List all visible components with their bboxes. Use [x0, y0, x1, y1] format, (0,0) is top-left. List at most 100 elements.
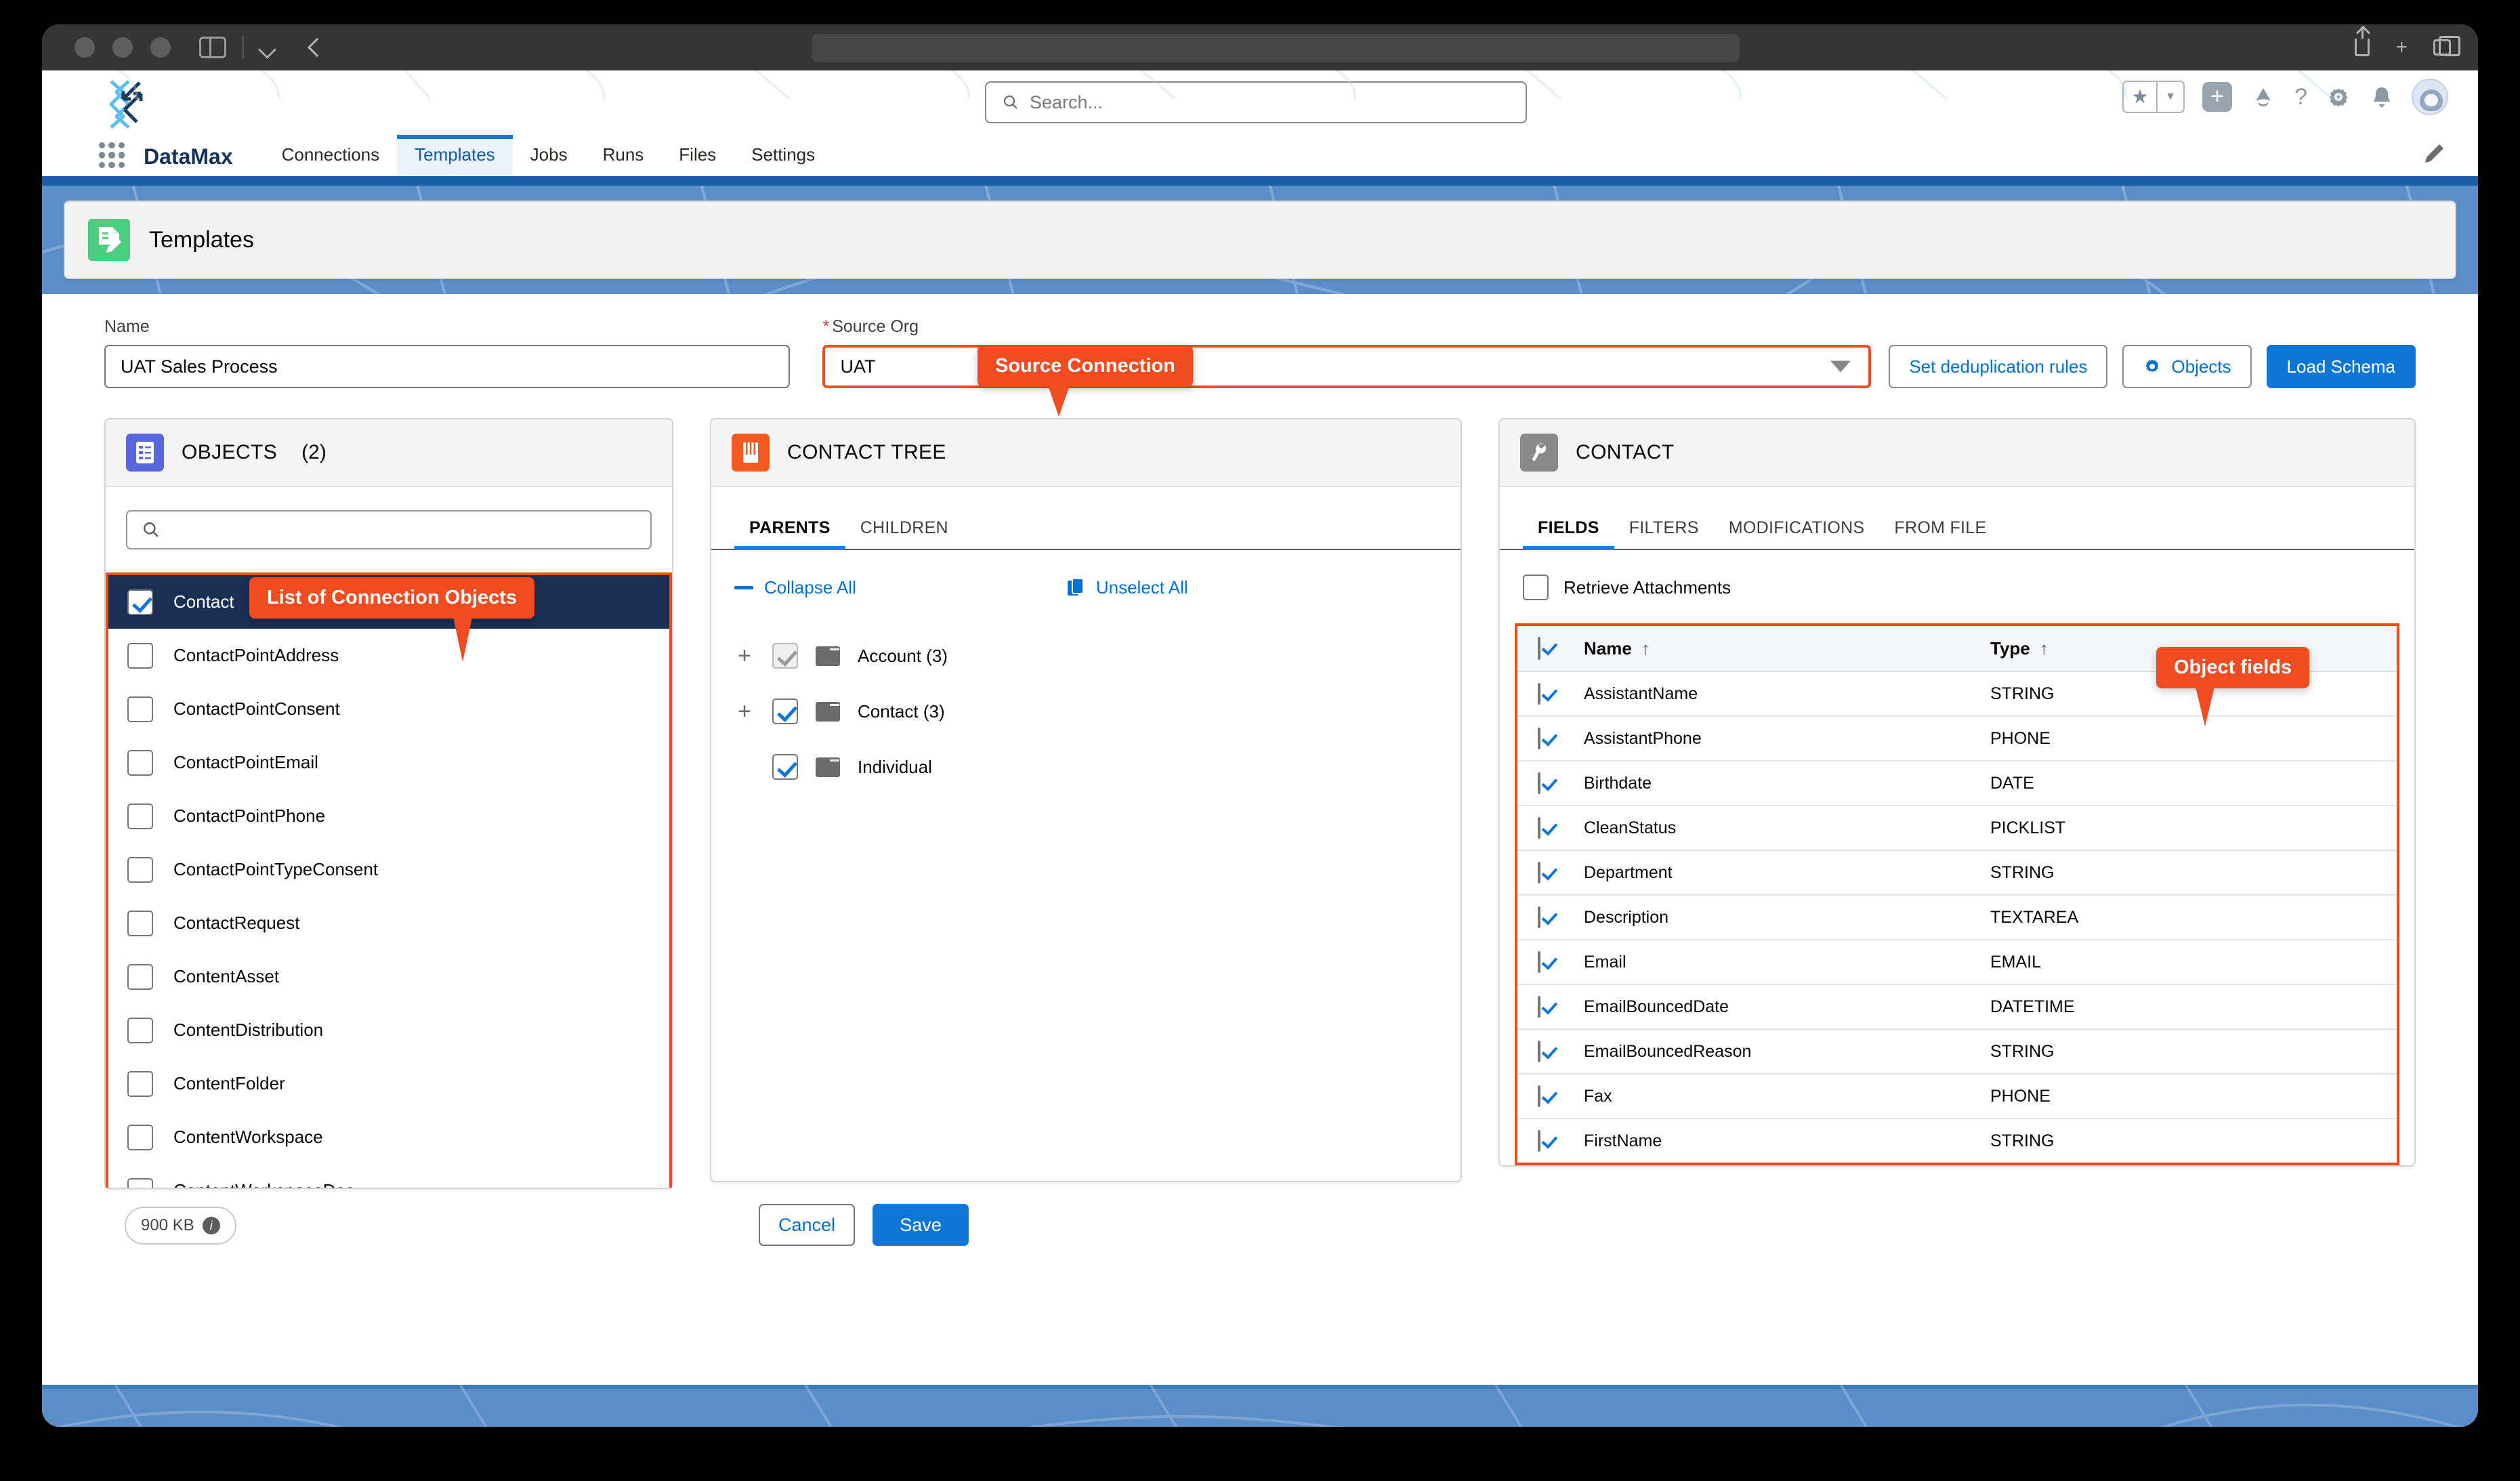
back-button[interactable]	[307, 37, 327, 58]
list-item[interactable]: ContactPointTypeConsent	[108, 843, 669, 896]
field-checkbox[interactable]	[1538, 861, 1540, 883]
list-item[interactable]: ContactPointConsent	[108, 682, 669, 736]
list-item[interactable]: ContentAsset	[108, 950, 669, 1003]
pencil-icon[interactable]	[2422, 142, 2445, 165]
table-row[interactable]: FirstName STRING	[1517, 1119, 2397, 1163]
tab-children[interactable]: CHILDREN	[845, 510, 963, 549]
expand-icon[interactable]: +	[734, 700, 755, 723]
row-checkbox-cell[interactable]	[1517, 772, 1584, 794]
objects-list[interactable]: Contact ContactPointAddress ContactPoint…	[106, 572, 672, 1188]
sidebar-toggle-button[interactable]	[199, 37, 226, 58]
tree-node-checkbox[interactable]	[772, 754, 798, 780]
list-item[interactable]: ContentFolder	[108, 1057, 669, 1110]
object-checkbox[interactable]	[127, 589, 153, 615]
name-input[interactable]: UAT Sales Process	[104, 345, 791, 388]
column-header-name[interactable]: Name ↑	[1584, 638, 1990, 659]
tab-fields[interactable]: FIELDS	[1523, 510, 1614, 550]
row-checkbox-cell[interactable]	[1517, 995, 1584, 1018]
row-checkbox-cell[interactable]	[1517, 727, 1584, 749]
table-row[interactable]: AssistantPhone PHONE	[1517, 717, 2397, 762]
new-tab-icon[interactable]: +	[2395, 37, 2408, 58]
object-checkbox[interactable]	[127, 696, 153, 722]
tab-overview-icon[interactable]	[2433, 36, 2460, 56]
select-all-checkbox[interactable]	[1538, 636, 1540, 660]
list-item[interactable]: ContactPointPhone	[108, 789, 669, 843]
chevron-down-icon[interactable]	[260, 43, 274, 51]
object-checkbox[interactable]	[127, 1124, 153, 1150]
row-checkbox-cell[interactable]	[1517, 1085, 1584, 1107]
tree-node[interactable]: + Contact (3)	[734, 684, 1437, 739]
object-checkbox[interactable]	[127, 856, 153, 883]
row-checkbox-cell[interactable]	[1517, 1129, 1584, 1152]
minimize-window-button[interactable]	[112, 37, 133, 58]
nav-tab-templates[interactable]: Templates	[397, 135, 513, 176]
object-checkbox[interactable]	[127, 642, 153, 669]
table-row[interactable]: Description TEXTAREA	[1517, 896, 2397, 940]
tree-node-checkbox[interactable]	[772, 698, 798, 724]
table-row[interactable]: HomePhone PHONE	[1517, 1164, 2397, 1165]
select-all-cell[interactable]	[1517, 636, 1584, 660]
row-checkbox-cell[interactable]	[1517, 816, 1584, 839]
expand-icon[interactable]: +	[734, 644, 755, 667]
address-bar[interactable]	[812, 34, 1740, 62]
nav-tab-runs[interactable]: Runs	[585, 135, 662, 176]
objects-button[interactable]: Objects	[2122, 345, 2252, 388]
retrieve-attachments-row[interactable]: Retrieve Attachments	[1500, 550, 2414, 600]
list-item[interactable]: ContentDistribution	[108, 1003, 669, 1057]
chevron-down-icon[interactable]	[1830, 360, 1851, 373]
field-checkbox[interactable]	[1538, 995, 1540, 1018]
tree-node-checkbox[interactable]	[772, 643, 798, 669]
nav-tab-jobs[interactable]: Jobs	[513, 135, 585, 176]
row-checkbox-cell[interactable]	[1517, 861, 1584, 883]
tab-modifications[interactable]: MODIFICATIONS	[1714, 510, 1880, 549]
field-checkbox[interactable]	[1538, 682, 1540, 705]
object-checkbox[interactable]	[127, 910, 153, 936]
row-checkbox-cell[interactable]	[1517, 1040, 1584, 1062]
list-item[interactable]: ContactPointEmail	[108, 736, 669, 789]
tab-from-file[interactable]: FROM FILE	[1879, 510, 2001, 549]
table-row[interactable]: CleanStatus PICKLIST	[1517, 806, 2397, 851]
object-checkbox[interactable]	[127, 1070, 153, 1097]
share-icon[interactable]	[2355, 26, 2370, 56]
unselect-all-button[interactable]: Unselect All	[1066, 577, 1188, 598]
object-checkbox[interactable]	[127, 963, 153, 990]
list-item[interactable]: ContentWorkspaceDoc	[108, 1164, 669, 1188]
table-row[interactable]: Birthdate DATE	[1517, 762, 2397, 806]
list-item[interactable]: ContentWorkspace	[108, 1110, 669, 1164]
field-checkbox[interactable]	[1538, 1085, 1540, 1107]
objects-search-input[interactable]	[126, 510, 652, 549]
tree-node[interactable]: Individual	[734, 739, 1437, 795]
field-checkbox[interactable]	[1538, 1040, 1540, 1062]
field-checkbox[interactable]	[1538, 951, 1540, 973]
close-window-button[interactable]	[75, 37, 95, 58]
object-checkbox[interactable]	[127, 1017, 153, 1043]
field-checkbox[interactable]	[1538, 1129, 1540, 1152]
tab-filters[interactable]: FILTERS	[1614, 510, 1714, 549]
field-checkbox[interactable]	[1538, 906, 1540, 928]
list-item[interactable]: ContactPointAddress	[108, 629, 669, 682]
nav-tab-connections[interactable]: Connections	[264, 135, 398, 176]
tab-parents[interactable]: PARENTS	[734, 510, 845, 550]
object-checkbox[interactable]	[127, 749, 153, 776]
info-icon[interactable]: i	[202, 1217, 220, 1234]
table-row[interactable]: Fax PHONE	[1517, 1075, 2397, 1119]
table-row[interactable]: EmailBouncedReason STRING	[1517, 1030, 2397, 1075]
field-checkbox[interactable]	[1538, 772, 1540, 794]
object-checkbox[interactable]	[127, 1177, 153, 1188]
object-checkbox[interactable]	[127, 803, 153, 829]
nav-tab-settings[interactable]: Settings	[734, 135, 833, 176]
row-checkbox-cell[interactable]	[1517, 951, 1584, 973]
table-row[interactable]: Department STRING	[1517, 851, 2397, 896]
set-deduplication-rules-button[interactable]: Set deduplication rules	[1889, 345, 2108, 388]
field-checkbox[interactable]	[1538, 816, 1540, 839]
row-checkbox-cell[interactable]	[1517, 906, 1584, 928]
field-checkbox[interactable]	[1538, 727, 1540, 749]
list-item[interactable]: ContactRequest	[108, 896, 669, 950]
retrieve-attachments-checkbox[interactable]	[1523, 575, 1549, 600]
app-launcher-icon[interactable]	[99, 142, 125, 168]
row-checkbox-cell[interactable]	[1517, 682, 1584, 705]
window-traffic-lights[interactable]	[75, 37, 171, 58]
cancel-button[interactable]: Cancel	[759, 1204, 855, 1246]
load-schema-button[interactable]: Load Schema	[2266, 345, 2416, 388]
table-row[interactable]: Email EMAIL	[1517, 940, 2397, 985]
